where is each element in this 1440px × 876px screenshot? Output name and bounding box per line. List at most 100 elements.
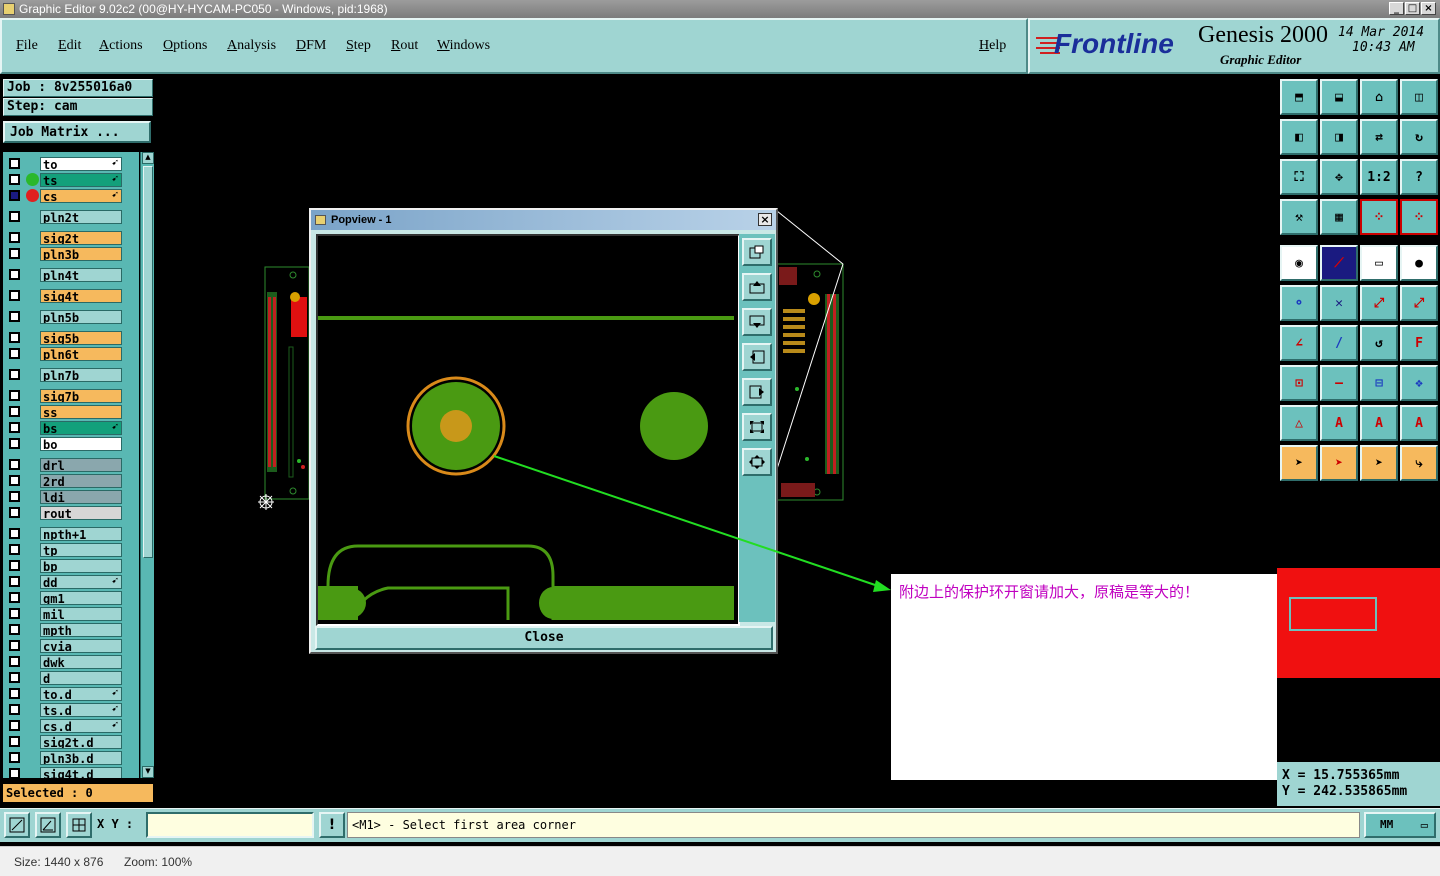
group-icon[interactable]: ❖ <box>1400 365 1438 401</box>
layer-name[interactable]: cvia <box>40 639 122 653</box>
grid-icon[interactable]: ▦ <box>1320 199 1358 235</box>
layer-checkbox[interactable] <box>9 768 20 778</box>
arc-icon[interactable]: ↺ <box>1360 325 1398 361</box>
center-icon[interactable]: ✥ <box>1320 159 1358 195</box>
layer-row[interactable]: npth+1 <box>3 526 139 542</box>
popview-center-icon[interactable] <box>742 448 772 476</box>
layer-name[interactable]: dd ➹ <box>40 575 122 589</box>
layer-row[interactable]: ldi <box>3 489 139 505</box>
nodes-icon[interactable]: ⚬ <box>1280 285 1318 321</box>
layer-name[interactable]: rout <box>40 506 122 520</box>
layer-checkbox[interactable] <box>9 672 20 683</box>
menu-windows[interactable]: Windows <box>437 38 490 54</box>
layer-name[interactable]: bp <box>40 559 122 573</box>
menu-analysis[interactable]: Analysis <box>227 38 276 54</box>
select-box-icon[interactable]: ➤ <box>1320 445 1358 481</box>
scroll-down-icon[interactable]: ▼ <box>142 766 154 778</box>
menu-help[interactable]: Help <box>979 38 1006 54</box>
layer-row[interactable]: drl <box>3 457 139 473</box>
dash-icon[interactable]: — <box>1320 365 1358 401</box>
unit-selector[interactable]: MM ▭ <box>1364 812 1436 838</box>
pad-dot-icon[interactable]: ⊡ <box>1280 365 1318 401</box>
layer-row[interactable]: dd ➹ <box>3 574 139 590</box>
layer-checkbox[interactable] <box>9 232 20 243</box>
layer-checkbox[interactable] <box>9 475 20 486</box>
cross-icon[interactable]: ✕ <box>1320 285 1358 321</box>
zoom-in-icon[interactable]: ⬓ <box>1320 79 1358 115</box>
tools-icon[interactable]: ⚒ <box>1280 199 1318 235</box>
layer-row[interactable]: sig4t <box>3 288 139 304</box>
shape2-icon[interactable]: A <box>1400 405 1438 441</box>
layer-checkbox[interactable] <box>9 158 20 169</box>
layer-checkbox[interactable] <box>9 438 20 449</box>
layer-name[interactable]: tp <box>40 543 122 557</box>
overview-viewport[interactable] <box>1289 597 1377 631</box>
layer-row[interactable]: pln2t <box>3 209 139 225</box>
layer-row[interactable]: cs.d ➹ <box>3 718 139 734</box>
scroll-thumb[interactable] <box>143 166 153 558</box>
layer-row[interactable]: sig4t.d <box>3 766 139 778</box>
snap-red-icon[interactable]: ⁘ <box>1400 199 1438 235</box>
layer-list-scrollbar[interactable]: ▲ ▼ <box>140 152 154 778</box>
angle-icon[interactable]: ∠ <box>1280 325 1318 361</box>
pan-right-icon[interactable]: ◨ <box>1320 119 1358 155</box>
layer-row[interactable]: mil <box>3 606 139 622</box>
move-icon[interactable]: ⤢ <box>1360 285 1398 321</box>
layer-row[interactable]: d <box>3 670 139 686</box>
poly-icon[interactable]: A <box>1320 405 1358 441</box>
layer-name[interactable]: pln7b <box>40 368 122 382</box>
select-path-icon[interactable]: ⤷ <box>1400 445 1438 481</box>
layer-row[interactable]: pln7b <box>3 367 139 383</box>
layer-checkbox[interactable] <box>9 174 20 185</box>
layer-checkbox[interactable] <box>9 190 20 201</box>
layer-checkbox[interactable] <box>9 688 20 699</box>
layer-row[interactable]: sig7b <box>3 388 139 404</box>
layer-checkbox[interactable] <box>9 576 20 587</box>
menu-step[interactable]: Step <box>346 38 371 54</box>
layer-checkbox[interactable] <box>9 248 20 259</box>
layer-checkbox[interactable] <box>9 311 20 322</box>
menu-edit[interactable]: Edit <box>58 38 81 54</box>
layer-name[interactable]: cs ➹ <box>40 189 122 203</box>
question-icon[interactable]: ? <box>1400 159 1438 195</box>
layer-checkbox[interactable] <box>9 269 20 280</box>
layer-name[interactable]: sig7b <box>40 389 122 403</box>
grid-snap-icon[interactable] <box>66 812 92 838</box>
maximize-button[interactable]: □ <box>1405 2 1420 15</box>
layer-row[interactable]: tp <box>3 542 139 558</box>
layer-checkbox[interactable] <box>9 422 20 433</box>
layer-checkbox[interactable] <box>9 592 20 603</box>
close-window-button[interactable]: × <box>1421 2 1436 15</box>
circle-icon[interactable]: ● <box>1400 245 1438 281</box>
triangle-icon[interactable]: △ <box>1280 405 1318 441</box>
popview-close-button[interactable]: Close <box>315 626 773 650</box>
layer-checkbox[interactable] <box>9 390 20 401</box>
layer-row[interactable]: pln3b <box>3 246 139 262</box>
zoom-home-icon[interactable]: ⬒ <box>1280 79 1318 115</box>
layer-checkbox[interactable] <box>9 624 20 635</box>
layer-name[interactable]: pln3b <box>40 247 122 261</box>
minimize-button[interactable]: _ <box>1389 2 1404 15</box>
layer-row[interactable]: bo <box>3 436 139 452</box>
layer-name[interactable]: 2rd <box>40 474 122 488</box>
popview-zoom-icon[interactable] <box>742 238 772 266</box>
layer-name[interactable]: bs ➹ <box>40 421 122 435</box>
layer-name[interactable]: mil <box>40 607 122 621</box>
layer-name[interactable]: pln6t <box>40 347 122 361</box>
layer-name[interactable]: pln5b <box>40 310 122 324</box>
flip-icon[interactable]: ⇄ <box>1360 119 1398 155</box>
layer-name[interactable]: pln2t <box>40 210 122 224</box>
layer-name[interactable]: sig2t.d <box>40 735 122 749</box>
layer-row[interactable]: 2rd <box>3 473 139 489</box>
pan-left-icon[interactable]: ◧ <box>1280 119 1318 155</box>
popview-pan-left-icon[interactable] <box>742 343 772 371</box>
layer-name[interactable]: ss <box>40 405 122 419</box>
layer-name[interactable]: pln4t <box>40 268 122 282</box>
menu-actions[interactable]: Actions <box>99 38 143 54</box>
overview-map[interactable] <box>1277 488 1440 758</box>
layer-checkbox[interactable] <box>9 491 20 502</box>
layer-name[interactable]: to ➹ <box>40 157 122 171</box>
menu-dfm[interactable]: DFM <box>296 38 326 54</box>
ruler-icon[interactable]: ▭ <box>1360 245 1398 281</box>
layer-row[interactable]: pln3b.d <box>3 750 139 766</box>
